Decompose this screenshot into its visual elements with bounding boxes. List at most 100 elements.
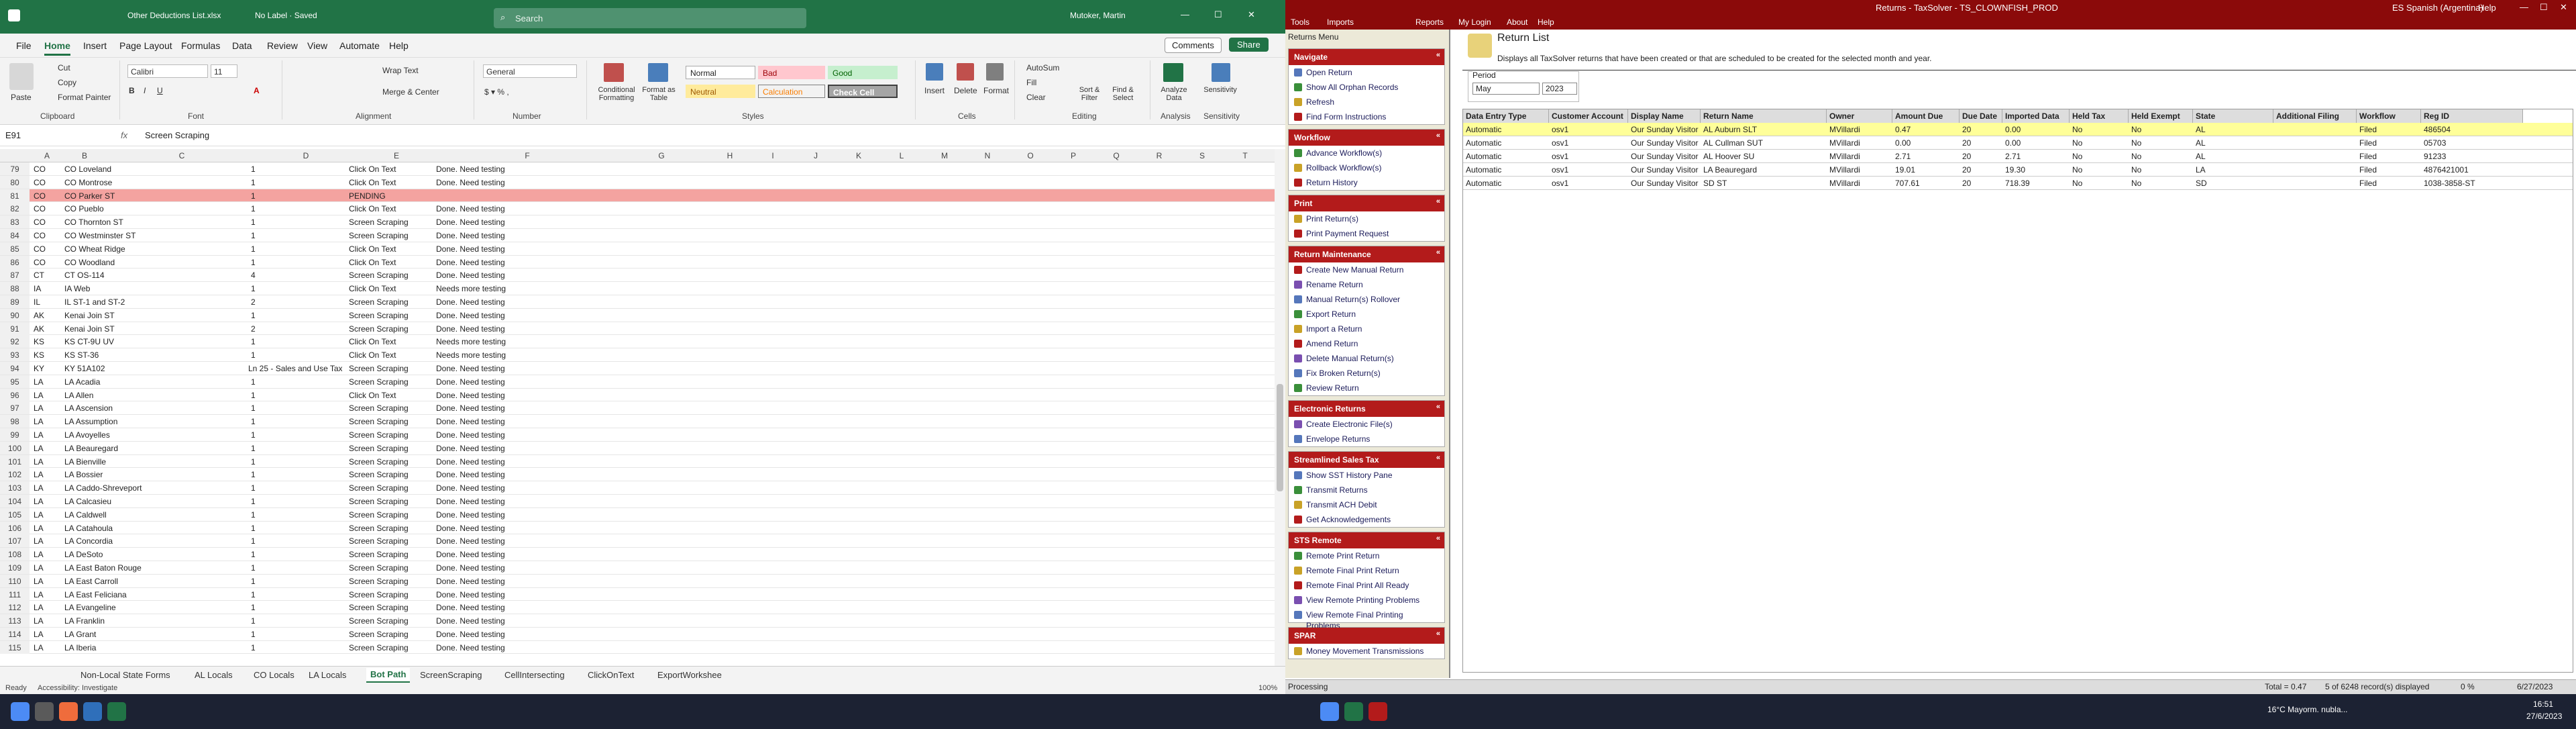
cell-b[interactable]: LA East Feliciana — [64, 590, 212, 599]
cell-b[interactable]: LA Beauregard — [64, 444, 212, 453]
cell-a[interactable]: IL — [34, 297, 60, 307]
cell-b[interactable]: KS CT-9U UV — [64, 337, 212, 346]
font-size-select[interactable]: 11 — [211, 64, 237, 78]
cell-a[interactable]: LA — [34, 577, 60, 586]
search-icon[interactable] — [35, 702, 54, 721]
cell-b[interactable]: CO Loveland — [64, 164, 212, 174]
insert-cells-icon[interactable] — [926, 63, 943, 81]
column-header[interactable]: D — [259, 151, 353, 160]
style-calculation[interactable]: Calculation — [758, 85, 825, 98]
font-name-select[interactable]: Calibri — [127, 64, 208, 78]
cell-f[interactable]: Done. Need testing — [436, 550, 604, 559]
menu-item[interactable]: Advance Workflow(s) — [1289, 146, 1444, 160]
collapse-icon[interactable]: « — [1436, 132, 1440, 140]
cell-f[interactable]: Done. Need testing — [436, 577, 604, 586]
menu-item[interactable]: Show SST History Pane — [1289, 468, 1444, 483]
cell-n[interactable]: 106 — [0, 521, 30, 534]
cell-d[interactable]: 1 — [251, 391, 345, 400]
sheet-row[interactable]: 85 CO CO Wheat Ridge 1 Click On Text Done. Ne… — [0, 242, 1275, 256]
menu-item[interactable]: Create Electronic File(s) — [1289, 417, 1444, 432]
cell-n[interactable]: 87 — [0, 269, 30, 282]
sheet-row[interactable]: 103 LA LA Caddo-Shreveport 1 Screen Scraping… — [0, 481, 1275, 495]
cell-b[interactable]: LA Iberia — [64, 643, 212, 652]
excel-taskbar-icon[interactable] — [1344, 702, 1363, 721]
sheet-row[interactable]: 81 CO CO Parker ST 1 PENDING — [0, 189, 1275, 203]
cell-b[interactable]: LA Bossier — [64, 470, 212, 479]
style-normal[interactable]: Normal — [686, 66, 755, 79]
cell-n[interactable]: 105 — [0, 507, 30, 521]
menu-item[interactable]: Print Payment Request — [1289, 226, 1444, 241]
cell-a[interactable]: AK — [34, 324, 60, 334]
cell-f[interactable]: Done. Need testing — [436, 536, 604, 546]
cell-n[interactable]: 92 — [0, 335, 30, 348]
menu-my-login[interactable]: My Login — [1458, 17, 1491, 27]
cell-b[interactable]: LA Caldwell — [64, 510, 212, 520]
cell-f[interactable]: Done. Need testing — [436, 470, 604, 479]
cell-e[interactable]: Screen Scraping — [349, 483, 436, 493]
cell-n[interactable]: 107 — [0, 534, 30, 548]
cell-e[interactable]: Screen Scraping — [349, 510, 436, 520]
cell-e[interactable]: Click On Text — [349, 204, 436, 213]
cell-a[interactable]: LA — [34, 603, 60, 612]
cell-e[interactable]: Screen Scraping — [349, 470, 436, 479]
sheet-row[interactable]: 109 LA LA East Baton Rouge 1 Screen Scraping… — [0, 561, 1275, 575]
cell-b[interactable]: CO Woodland — [64, 258, 212, 267]
cell-d[interactable]: 1 — [251, 550, 345, 559]
weather-widget[interactable]: 16°C Mayorm. nubla... — [2267, 705, 2348, 714]
insert-cells-button[interactable]: Insert — [924, 86, 945, 95]
cell-e[interactable]: Click On Text — [349, 391, 436, 400]
cell-d[interactable]: 1 — [251, 444, 345, 453]
collapse-icon[interactable]: « — [1436, 51, 1440, 59]
sheet-row[interactable]: 88 IA IA Web 1 Click On Text Needs more testi… — [0, 282, 1275, 295]
cell-a[interactable]: CO — [34, 231, 60, 240]
cell-a[interactable]: CO — [34, 178, 60, 187]
tab-page-layout[interactable]: Page Layout — [119, 40, 172, 51]
grid-column-header[interactable]: Owner — [1827, 109, 1892, 123]
sheet-row[interactable]: 102 LA LA Bossier 1 Screen Scraping Done. Nee… — [0, 468, 1275, 482]
formula-input[interactable]: Screen Scraping — [145, 130, 209, 140]
italic-icon[interactable]: I — [144, 86, 146, 95]
tab-automate[interactable]: Automate — [339, 40, 380, 51]
sheet-row[interactable]: 80 CO CO Montrose 1 Click On Text Done. Need … — [0, 175, 1275, 189]
menu-item[interactable]: Rollback Workflow(s) — [1289, 160, 1444, 175]
currency-icon[interactable]: $ ▾ % , — [484, 87, 509, 97]
collapse-icon[interactable]: « — [1436, 454, 1440, 462]
cell-d[interactable]: 1 — [251, 510, 345, 520]
sheet-row[interactable]: 95 LA LA Acadia 1 Screen Scraping Done. Need … — [0, 375, 1275, 389]
vertical-scrollbar[interactable] — [1275, 149, 1285, 666]
cell-e[interactable]: Screen Scraping — [349, 231, 436, 240]
format-as-table-icon[interactable] — [648, 63, 668, 82]
format-painter-button[interactable]: Format Painter — [58, 93, 111, 102]
cell-e[interactable]: Screen Scraping — [349, 430, 436, 440]
cell-f[interactable]: Done. Need testing — [436, 258, 604, 267]
cell-b[interactable]: CO Montrose — [64, 178, 212, 187]
cell-d[interactable]: 1 — [251, 457, 345, 467]
cell-f[interactable]: Done. Need testing — [436, 403, 604, 413]
grid-column-header[interactable]: Imported Data — [2002, 109, 2070, 123]
cell-n[interactable]: 112 — [0, 601, 30, 614]
cell-e[interactable]: Screen Scraping — [349, 364, 436, 373]
menu-item[interactable]: Refresh — [1289, 95, 1444, 109]
tab-data[interactable]: Data — [232, 40, 252, 51]
scrollbar-thumb[interactable] — [1277, 384, 1283, 491]
grid-column-header[interactable]: Due Date — [1960, 109, 2002, 123]
cell-e[interactable]: Click On Text — [349, 337, 436, 346]
cell-e[interactable]: Screen Scraping — [349, 550, 436, 559]
cell-d[interactable]: 1 — [251, 377, 345, 387]
cell-f[interactable]: Done. Need testing — [436, 324, 604, 334]
cell-f[interactable]: Done. Need testing — [436, 630, 604, 639]
cell-a[interactable]: LA — [34, 497, 60, 506]
cell-f[interactable]: Done. Need testing — [436, 231, 604, 240]
menu-section-header[interactable]: STS Remote « — [1289, 532, 1444, 548]
cell-n[interactable]: 109 — [0, 561, 30, 574]
cell-d[interactable]: 1 — [251, 191, 345, 201]
grid-column-header[interactable]: State — [2193, 109, 2273, 123]
grid-column-header[interactable]: Data Entry Type — [1463, 109, 1549, 123]
tab-review[interactable]: Review — [267, 40, 298, 51]
cell-n[interactable]: 111 — [0, 587, 30, 601]
sheet-tab[interactable]: ScreenScraping — [420, 670, 482, 680]
cell-a[interactable]: LA — [34, 430, 60, 440]
cell-n[interactable]: 91 — [0, 322, 30, 335]
sheet-grid[interactable]: 79 CO CO Loveland 1 Click On Text Done. Need … — [0, 162, 1275, 661]
format-cells-button[interactable]: Format — [983, 86, 1009, 95]
